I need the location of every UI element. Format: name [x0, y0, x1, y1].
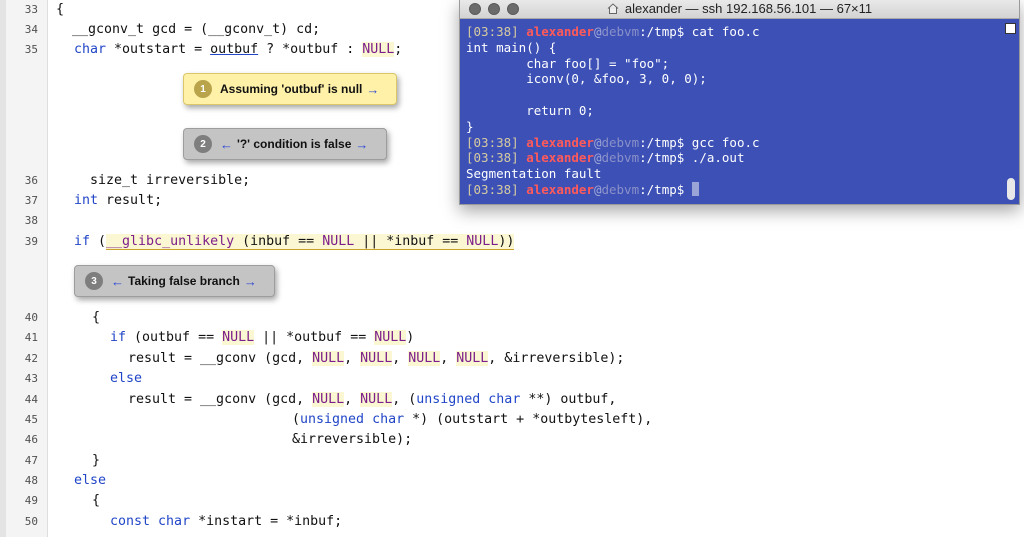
output-line: int main() {	[466, 39, 557, 55]
line-number: 47	[24, 454, 38, 467]
prompt-line: [03:38] alexander@debvm:/tmp$ cat foo.c	[466, 24, 760, 39]
code-line-37: int result;	[74, 193, 163, 208]
terminal-title-text: alexander — ssh 192.168.56.101 — 67×11	[624, 1, 873, 16]
event-number-badge: 1	[194, 80, 212, 98]
line-number: 38	[24, 214, 38, 227]
line-number: 36	[24, 174, 38, 187]
prompt-line: [03:38] alexander@debvm:/tmp$ ./a.out	[466, 150, 745, 166]
line-number: 33	[24, 3, 38, 16]
output-line: }	[466, 118, 474, 134]
terminal-title: alexander — ssh 192.168.56.101 — 67×11	[460, 1, 1019, 16]
terminal-output[interactable]: [03:38] alexander@debvm:/tmp$ cat foo.c …	[460, 20, 1005, 204]
output-line: Segmentation fault	[466, 166, 602, 182]
terminal-scrollbar[interactable]	[1003, 20, 1019, 204]
code-line-42: result = __gconv (gcd, NULL, NULL, NULL,…	[128, 351, 625, 366]
event-label: Assuming 'outbuf' is null	[220, 82, 363, 96]
code-line-47: }	[92, 453, 101, 468]
code-line-50: const char *instart = *inbuf;	[110, 514, 343, 529]
code-line-39: if (__glibc_unlikely (inbuf == NULL || *…	[74, 234, 515, 250]
terminal-titlebar[interactable]: alexander — ssh 192.168.56.101 — 67×11	[460, 0, 1019, 19]
code-line-34: __gconv_t gcd = (__gconv_t) cd;	[56, 22, 321, 37]
line-number: 35	[24, 43, 38, 56]
code-line-48: else	[74, 473, 107, 488]
line-number: 41	[24, 331, 38, 344]
code-line-45: (unsigned char *) (outstart + *outbytesl…	[292, 412, 653, 427]
prompt-line: [03:38] alexander@debvm:/tmp$	[466, 181, 699, 197]
line-number: 49	[24, 494, 38, 507]
line-number: 39	[24, 235, 38, 248]
line-number: 45	[24, 413, 38, 426]
path-event-3[interactable]: 3 ← Taking false branch →	[74, 265, 275, 297]
line-number: 46	[24, 433, 38, 446]
prev-event-arrow-icon[interactable]: ←	[111, 274, 124, 289]
line-number: 43	[24, 372, 38, 385]
event-label: '?' condition is false	[237, 137, 352, 151]
text-cursor	[691, 181, 699, 196]
code-line-41: if (outbuf == NULL || *outbuf == NULL)	[110, 330, 415, 345]
line-number: 44	[24, 393, 38, 406]
code-line-40: {	[92, 310, 101, 325]
path-event-2[interactable]: 2 ← '?' condition is false →	[183, 128, 387, 160]
code-line-46: &irreversible);	[292, 432, 413, 447]
output-line: iconv(0, &foo, 3, 0, 0);	[466, 71, 707, 87]
event-number-badge: 2	[194, 135, 212, 153]
code-line-49: {	[92, 493, 101, 508]
event-label: Taking false branch	[128, 274, 240, 288]
next-event-arrow-icon[interactable]: →	[355, 137, 368, 152]
scrollbar-thumb[interactable]	[1007, 178, 1015, 200]
path-event-1[interactable]: 1 Assuming 'outbuf' is null →	[183, 73, 397, 105]
gutter-stripe	[0, 0, 6, 537]
code-line-36: size_t irreversible;	[74, 173, 251, 188]
scrollbar-menu-icon[interactable]	[1005, 23, 1016, 34]
code-line-43: else	[110, 371, 143, 386]
line-number: 50	[24, 515, 38, 528]
next-event-arrow-icon[interactable]: →	[244, 274, 257, 289]
line-number: 37	[24, 194, 38, 207]
line-number: 40	[24, 311, 38, 324]
output-line: char foo[] = "foo";	[466, 55, 670, 71]
prompt-line: [03:38] alexander@debvm:/tmp$ gcc foo.c	[466, 134, 760, 150]
home-folder-icon	[607, 3, 619, 14]
output-line: return 0;	[466, 102, 594, 118]
prev-event-arrow-icon[interactable]: ←	[220, 137, 233, 152]
line-number: 34	[24, 23, 38, 36]
code-line-33: {	[56, 2, 65, 17]
line-number: 42	[24, 352, 38, 365]
next-event-arrow-icon[interactable]: →	[366, 82, 379, 97]
code-line-35: char *outstart = outbuf ? *outbuf : NULL…	[74, 42, 403, 57]
event-number-badge: 3	[85, 272, 103, 290]
terminal-window[interactable]: alexander — ssh 192.168.56.101 — 67×11 […	[459, 0, 1020, 205]
code-line-44: result = __gconv (gcd, NULL, NULL, (unsi…	[128, 392, 617, 407]
line-number: 48	[24, 474, 38, 487]
